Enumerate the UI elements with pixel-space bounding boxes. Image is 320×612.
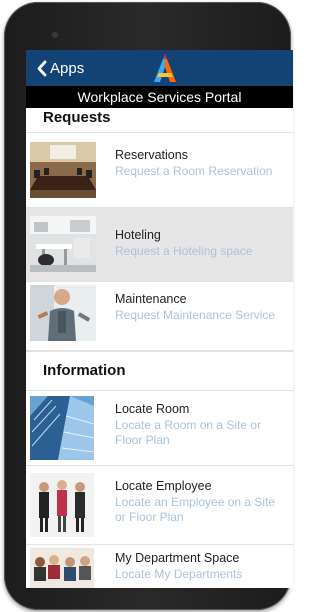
app-bar: Apps: [26, 50, 293, 86]
menu-item-title: Hoteling: [115, 228, 161, 242]
chevron-left-icon: [37, 60, 47, 76]
menu-item-hoteling[interactable]: Hoteling Request a Hoteling space: [26, 208, 293, 282]
section-header-requests: Requests: [26, 108, 293, 133]
menu-item-title: Locate Room: [115, 402, 190, 416]
section-header-information: Information: [26, 351, 293, 391]
office-desk-image: [30, 216, 96, 272]
menu-item-subtitle: Locate a Room on a Site or Floor Plan: [115, 418, 262, 447]
menu-item-subtitle: Locate an Employee on a Site or Floor Pl…: [115, 495, 276, 524]
back-button[interactable]: Apps: [36, 58, 84, 78]
menu-item-title: Maintenance: [115, 292, 187, 306]
employees-image: [30, 473, 94, 537]
menu-item-title: My Department Space: [115, 551, 240, 565]
back-label: Apps: [50, 59, 85, 77]
menu-item-subtitle: Request Maintenance Service: [115, 308, 276, 322]
app-screen: Apps Workplace Services Portal Requests: [26, 50, 293, 588]
maintenance-worker-image: [30, 285, 96, 341]
apps-logo-icon: [154, 54, 176, 82]
menu-item-subtitle: Request a Room Reservation: [115, 164, 273, 178]
front-camera: [52, 32, 58, 38]
menu-item-title: Reservations: [115, 148, 188, 162]
menu-item-my-department-space[interactable]: My Department Space Locate My Department…: [26, 545, 293, 588]
menu-item-maintenance[interactable]: Maintenance Request Maintenance Service: [26, 282, 293, 351]
menu-item-locate-room[interactable]: Locate Room Locate a Room on a Site or F…: [26, 391, 293, 466]
office-building-image: [30, 396, 94, 460]
portal-title: Workplace Services Portal: [26, 86, 293, 108]
menu-item-subtitle: Request a Hoteling space: [115, 244, 253, 258]
menu-item-reservations[interactable]: Reservations Request a Room Reservation: [26, 133, 293, 208]
menu-list: Requests Reservations Request a Room Res…: [26, 108, 293, 588]
menu-item-locate-employee[interactable]: Locate Employee Locate an Employee on a …: [26, 466, 293, 545]
conference-room-image: [30, 142, 96, 198]
department-team-image: [30, 548, 94, 588]
menu-item-subtitle: Locate My Departments: [115, 567, 243, 581]
menu-item-title: Locate Employee: [115, 479, 212, 493]
